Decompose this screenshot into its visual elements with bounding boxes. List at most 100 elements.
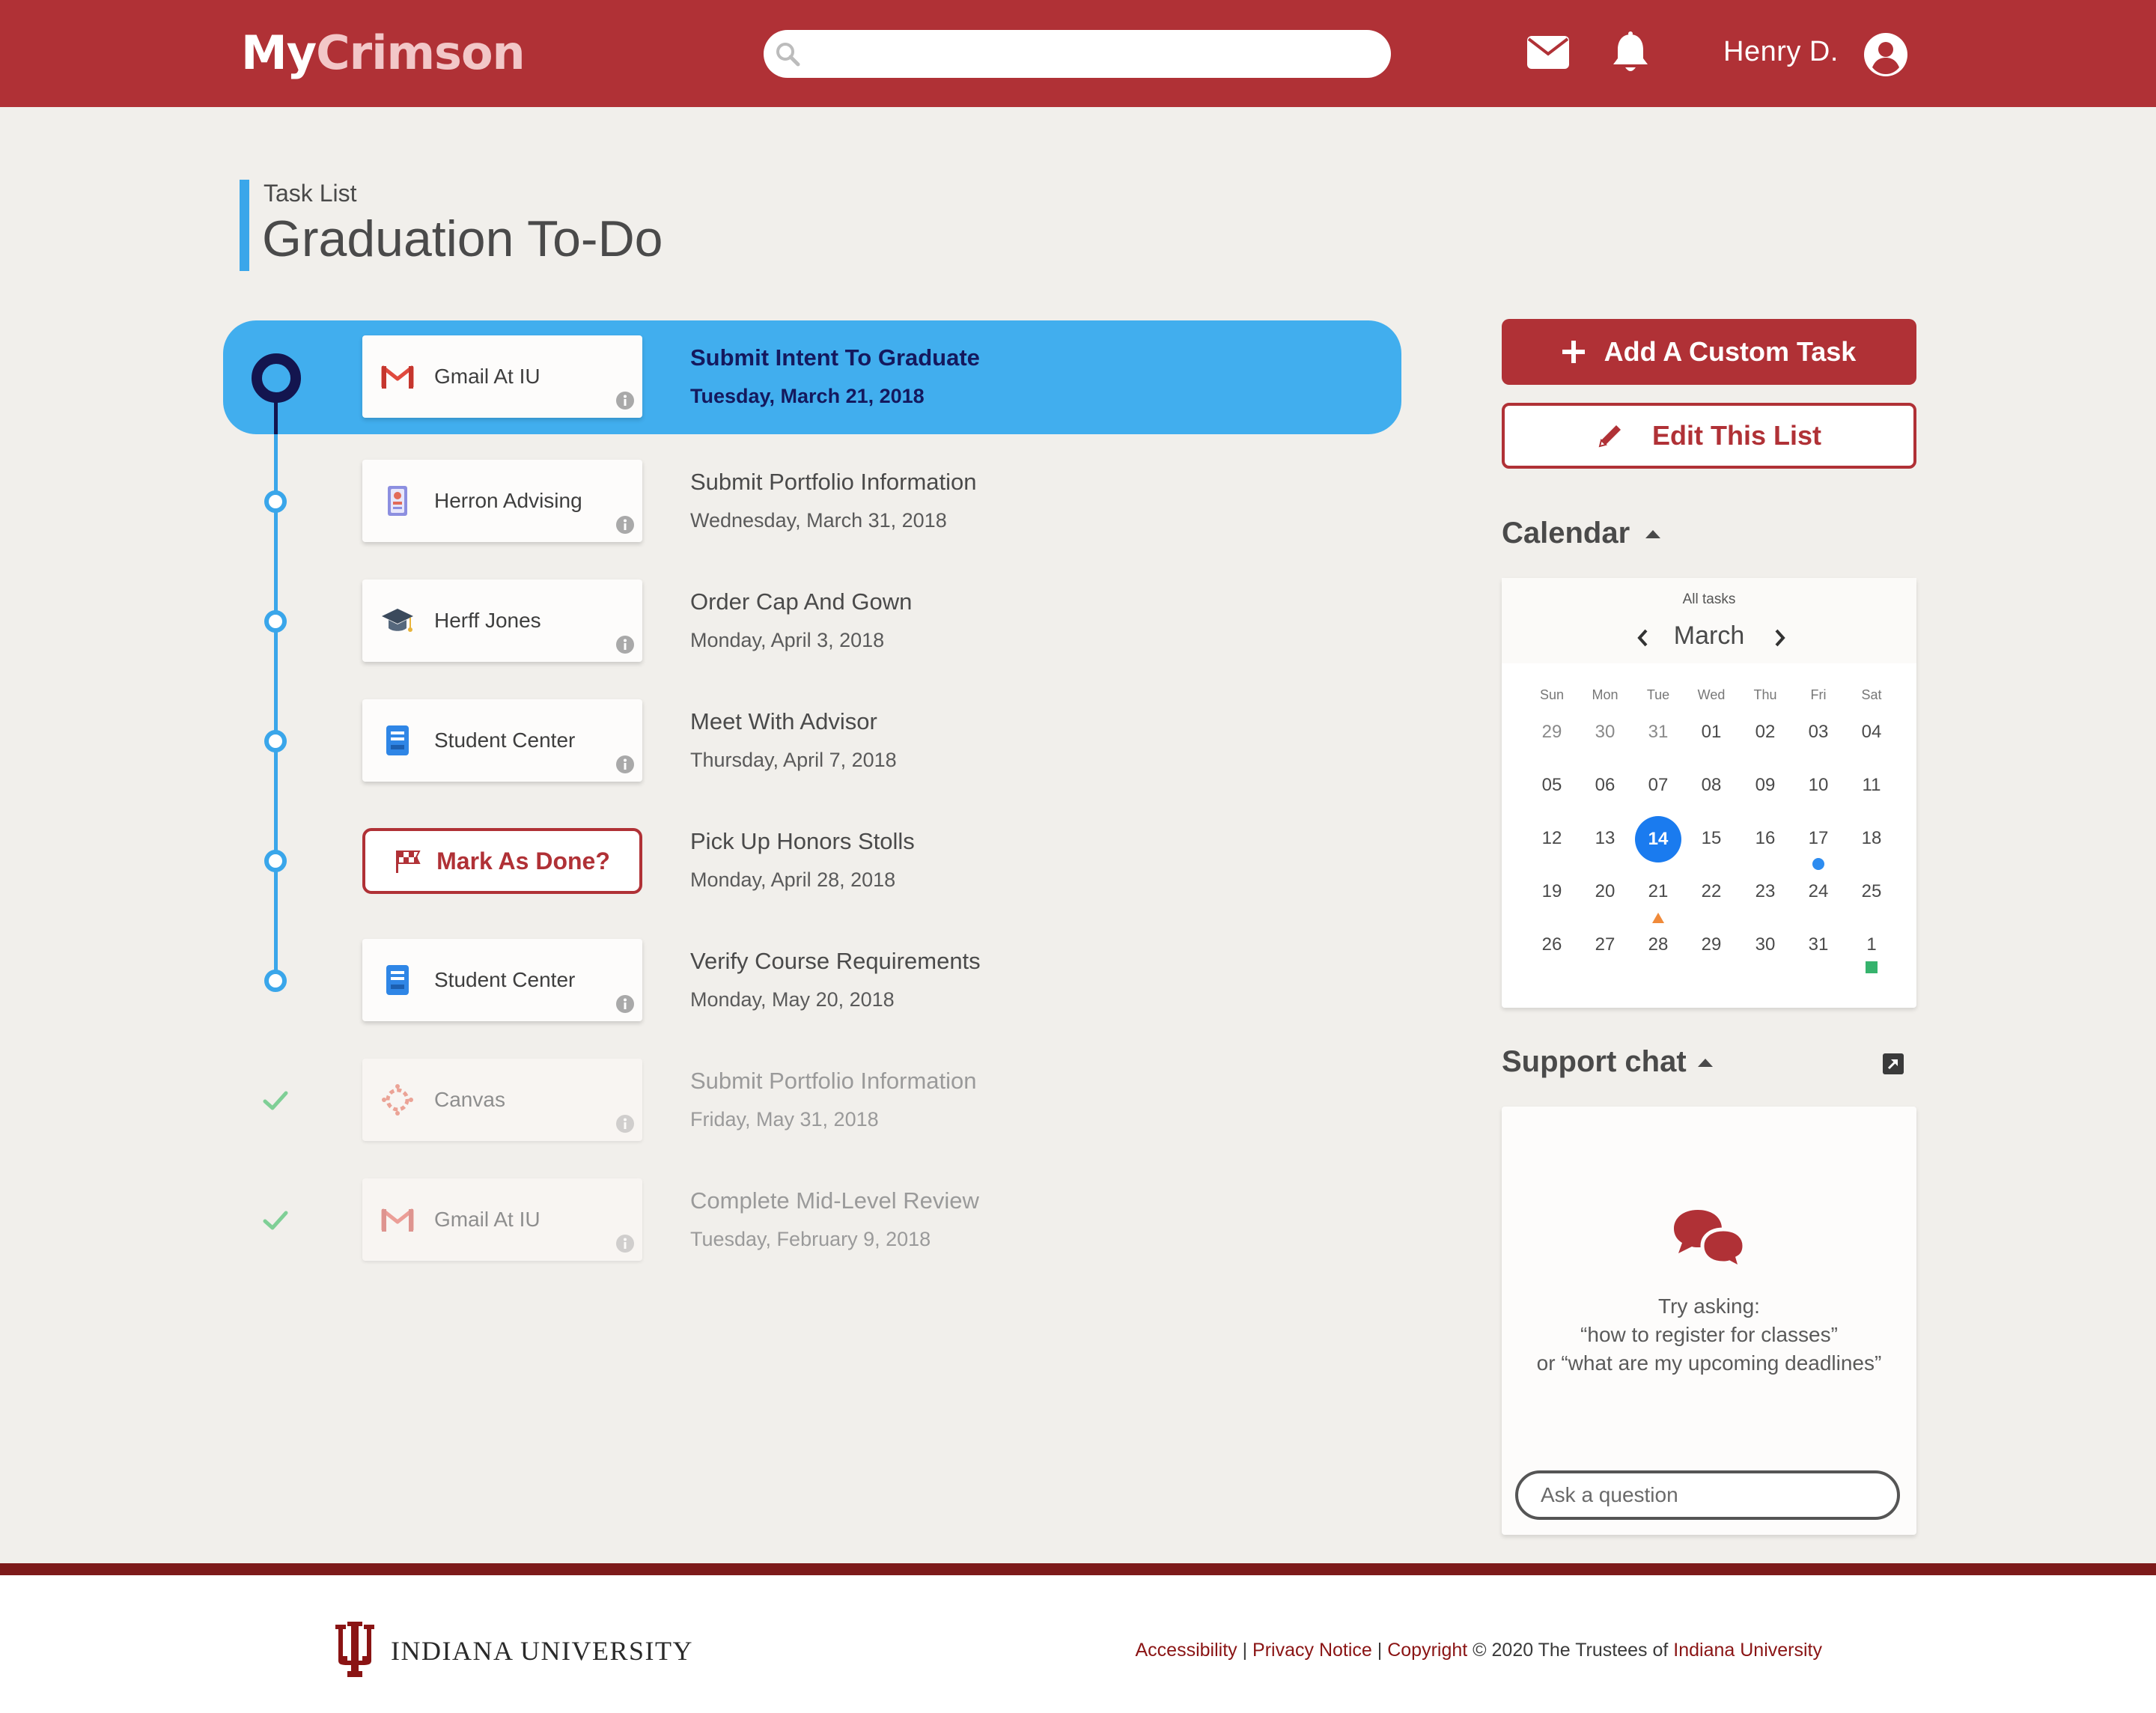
info-icon[interactable] (615, 1234, 635, 1253)
task-source-card[interactable]: Canvas (362, 1059, 642, 1141)
weekday-label: Wed (1697, 687, 1726, 702)
calendar-day[interactable]: 27 (1583, 934, 1627, 955)
caret-up-icon[interactable] (1696, 1057, 1714, 1068)
calendar-filter[interactable]: All tasks (1502, 591, 1916, 608)
chat-hint-line: “how to register for classes” (1580, 1323, 1838, 1346)
link-separator: | (1371, 1640, 1388, 1661)
footer-divider (0, 1563, 2156, 1575)
task-name[interactable]: Complete Mid-Level Review (690, 1187, 979, 1214)
timeline-active-node (252, 353, 301, 403)
calendar-day[interactable]: 26 (1529, 934, 1574, 955)
calendar-day[interactable]: 04 (1849, 722, 1894, 743)
calendar-day[interactable]: 20 (1583, 881, 1627, 902)
task-source-card[interactable]: Student Center (362, 939, 642, 1021)
search-bar[interactable] (764, 30, 1391, 78)
calendar-day[interactable]: 16 (1743, 828, 1788, 849)
top-header: MyCrimson Henry D. (0, 0, 2156, 107)
title-accent-bar (240, 180, 249, 271)
task-name[interactable]: Submit Portfolio Information (690, 1068, 977, 1095)
calendar-day[interactable]: 03 (1796, 722, 1841, 743)
calendar-day[interactable]: 31 (1796, 934, 1841, 955)
task-marker-triangle (1652, 913, 1664, 923)
iu-trident-logo[interactable] (334, 1622, 376, 1677)
info-icon[interactable] (615, 1114, 635, 1134)
calendar-month: March (1673, 621, 1745, 650)
edit-list-button[interactable]: Edit This List (1502, 403, 1916, 469)
caret-up-icon[interactable] (1644, 529, 1662, 539)
calendar-day[interactable]: 17 (1796, 828, 1841, 849)
calendar-day[interactable]: 22 (1689, 881, 1734, 902)
calendar-day[interactable]: 24 (1796, 881, 1841, 902)
calendar-day[interactable]: 25 (1849, 881, 1894, 902)
task-name[interactable]: Meet With Advisor (690, 708, 877, 735)
info-icon[interactable] (615, 391, 635, 410)
calendar-day[interactable]: 01 (1689, 722, 1734, 743)
weekday-label: Fri (1810, 687, 1827, 702)
info-icon[interactable] (615, 755, 635, 774)
task-name[interactable]: Order Cap And Gown (690, 588, 912, 615)
calendar-day[interactable]: 11 (1849, 775, 1894, 796)
calendar-day[interactable]: 15 (1689, 828, 1734, 849)
copyright-link[interactable]: Copyright (1387, 1640, 1467, 1661)
calendar-day[interactable]: 09 (1743, 775, 1788, 796)
calendar-day[interactable]: 02 (1743, 722, 1788, 743)
task-source-card[interactable]: Gmail At IU (362, 1178, 642, 1261)
add-custom-task-label: Add A Custom Task (1604, 336, 1857, 367)
calendar-day-selected[interactable]: 14 (1635, 816, 1681, 862)
calendar-day[interactable]: 29 (1529, 722, 1574, 743)
task-date: Monday, May 20, 2018 (690, 988, 895, 1011)
calendar-day[interactable]: 13 (1583, 828, 1627, 849)
calendar-day[interactable]: 05 (1529, 775, 1574, 796)
university-name: INDIANA UNIVERSITY (391, 1636, 693, 1666)
privacy-notice-link[interactable]: Privacy Notice (1252, 1640, 1372, 1661)
task-source-card[interactable]: Student Center (362, 699, 642, 782)
calendar-widget: All tasks March Sun Mon Tue Wed Thu Fri … (1502, 578, 1916, 1008)
calendar-day[interactable]: 08 (1689, 775, 1734, 796)
calendar-day[interactable]: 1 (1849, 934, 1894, 955)
calendar-day[interactable]: 28 (1636, 934, 1681, 955)
task-source-card[interactable]: Herron Advising (362, 460, 642, 542)
chat-hint-line: or “what are my upcoming deadlines” (1536, 1351, 1882, 1375)
user-avatar-icon[interactable] (1864, 33, 1907, 76)
info-icon[interactable] (615, 515, 635, 535)
calendar-day[interactable]: 12 (1529, 828, 1574, 849)
calendar-day[interactable]: 07 (1636, 775, 1681, 796)
calendar-day[interactable]: 19 (1529, 881, 1574, 902)
accessibility-link[interactable]: Accessibility (1136, 1640, 1237, 1661)
bell-icon[interactable] (1611, 31, 1650, 75)
task-source-card[interactable]: Herff Jones (362, 579, 642, 662)
calendar-day[interactable]: 31 (1636, 722, 1681, 743)
calendar-day[interactable]: 30 (1743, 934, 1788, 955)
page-subtitle: Task List (264, 180, 357, 207)
calendar-day[interactable]: 21 (1636, 881, 1681, 902)
ask-question-input[interactable] (1515, 1470, 1900, 1520)
weekday-label: Mon (1592, 687, 1618, 702)
mail-icon[interactable] (1527, 36, 1569, 69)
task-source-label: Gmail At IU (434, 1208, 540, 1231)
task-name[interactable]: Verify Course Requirements (690, 948, 981, 975)
task-name[interactable]: Submit Intent To Graduate (690, 344, 980, 371)
calendar-day[interactable]: 18 (1849, 828, 1894, 849)
calendar-day[interactable]: 06 (1583, 775, 1627, 796)
task-source-label: Student Center (434, 728, 576, 752)
chevron-right-icon[interactable] (1774, 629, 1786, 647)
calendar-day[interactable]: 10 (1796, 775, 1841, 796)
info-icon[interactable] (615, 994, 635, 1014)
task-date: Monday, April 3, 2018 (690, 629, 885, 651)
calendar-day[interactable]: 23 (1743, 881, 1788, 902)
add-custom-task-button[interactable]: Add A Custom Task (1502, 319, 1916, 385)
task-name[interactable]: Pick Up Honors Stolls (690, 828, 915, 855)
task-name[interactable]: Submit Portfolio Information (690, 469, 977, 496)
info-icon[interactable] (615, 635, 635, 654)
username-label[interactable]: Henry D. (1723, 36, 1839, 68)
check-icon (263, 1091, 288, 1110)
weekday-label: Thu (1753, 687, 1777, 702)
mycrimson-logo[interactable]: MyCrimson (241, 25, 526, 80)
calendar-day[interactable]: 29 (1689, 934, 1734, 955)
popout-icon[interactable] (1882, 1053, 1904, 1075)
calendar-day[interactable]: 30 (1583, 722, 1627, 743)
task-source-card[interactable]: Gmail At IU (362, 335, 642, 418)
indiana-university-link[interactable]: Indiana University (1673, 1640, 1822, 1661)
mark-as-done-button[interactable]: Mark As Done? (362, 828, 642, 894)
gmail-icon (381, 365, 414, 389)
